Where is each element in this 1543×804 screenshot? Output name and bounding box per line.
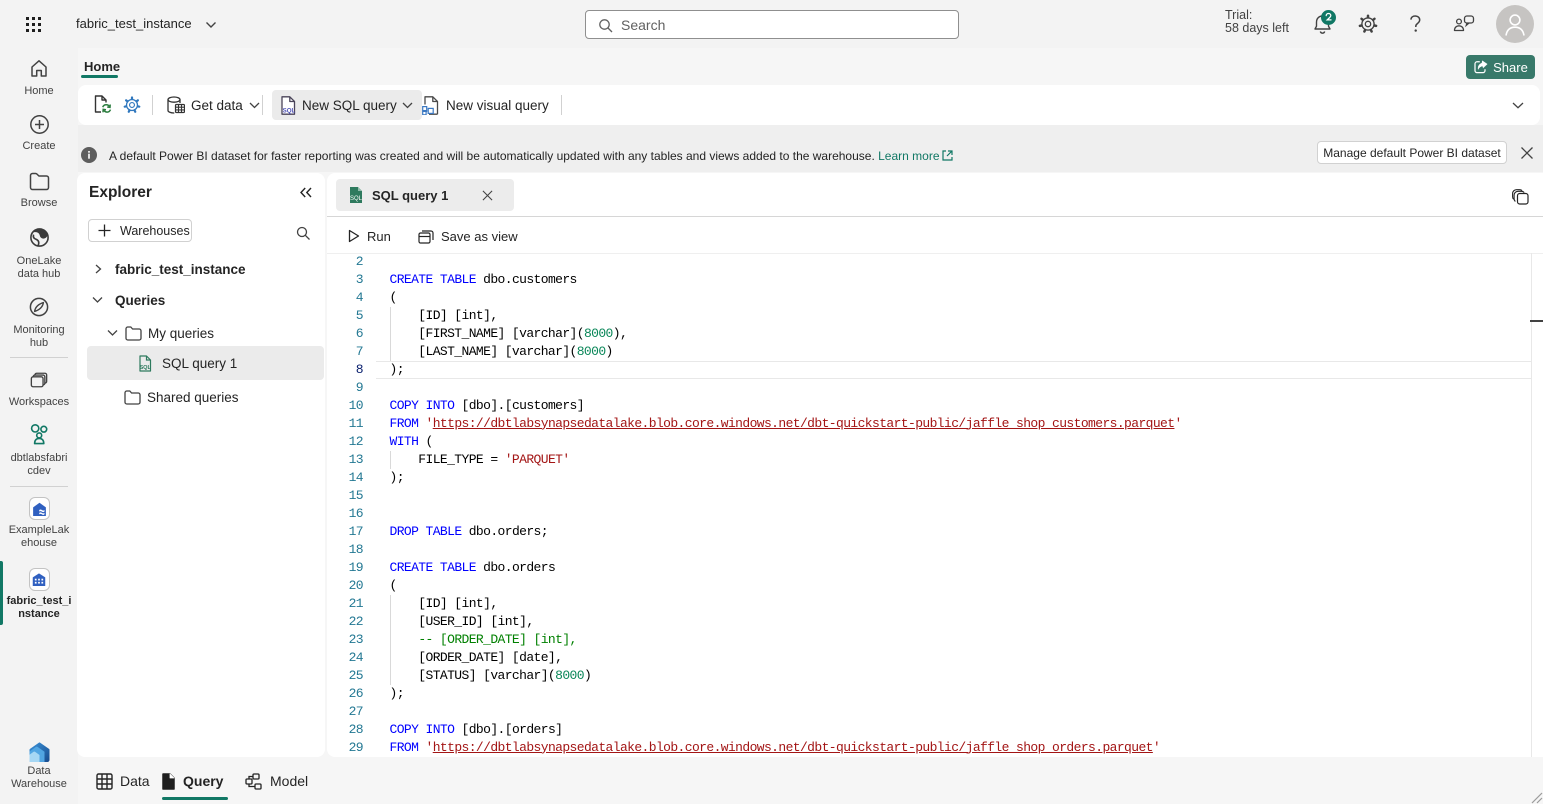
svg-text:SQL: SQL (283, 107, 296, 114)
svg-text:SQL: SQL (139, 365, 151, 371)
